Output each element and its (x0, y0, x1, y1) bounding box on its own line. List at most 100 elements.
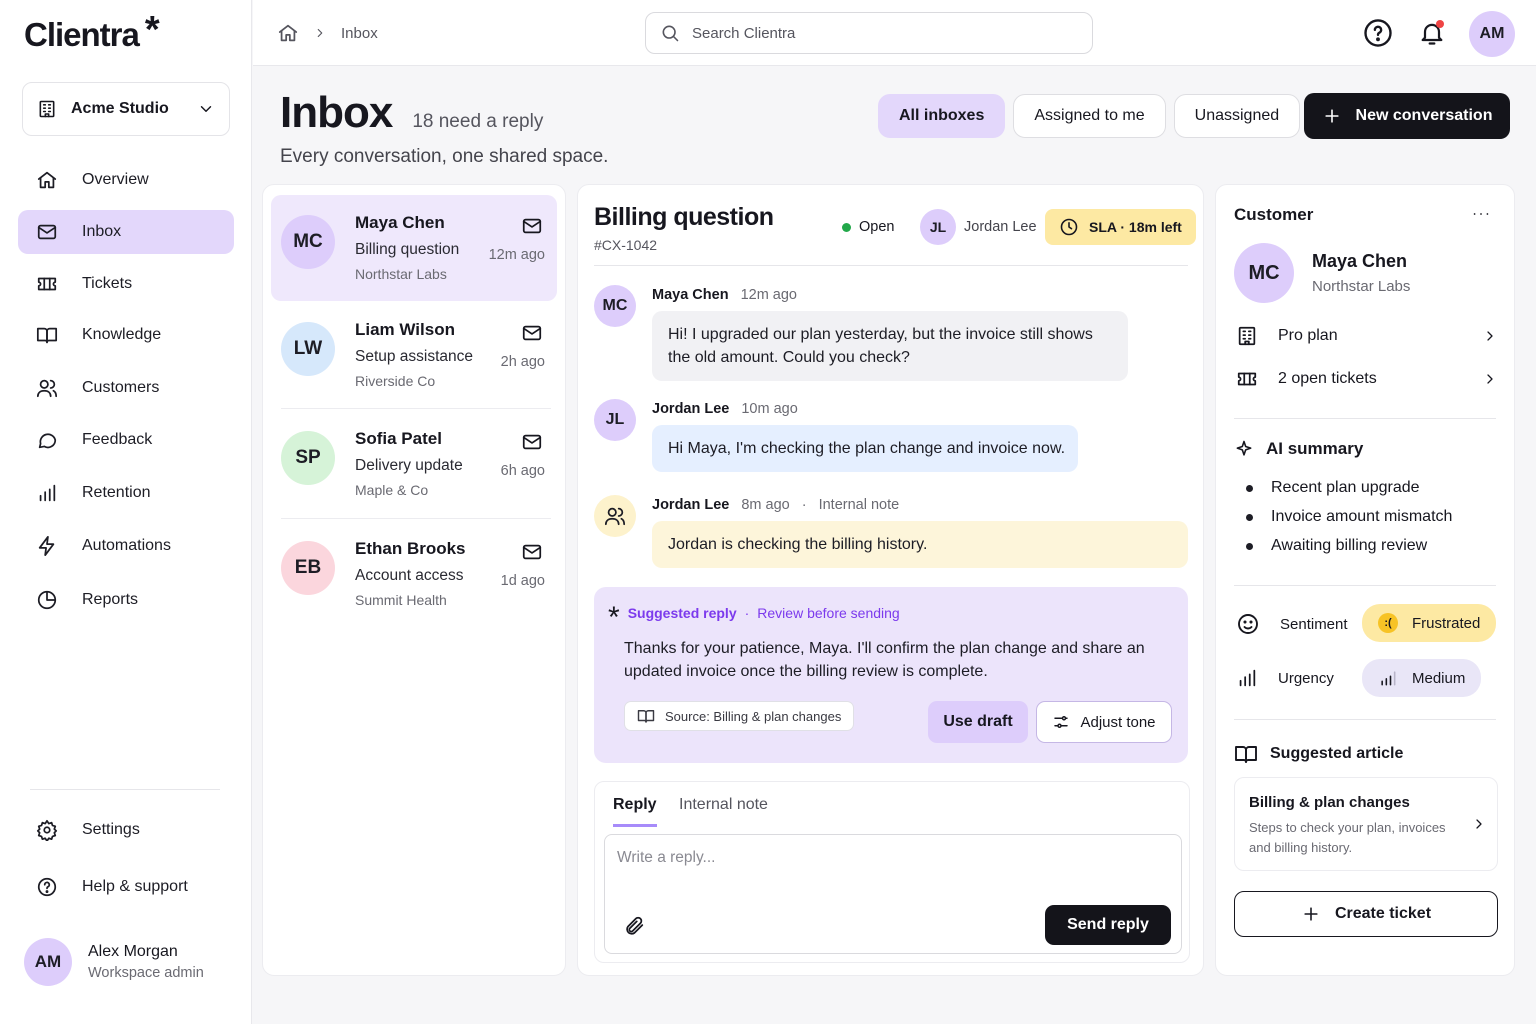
bell-icon[interactable] (1415, 16, 1449, 50)
conversation-org: Summit Health (355, 592, 447, 608)
section-divider (1234, 585, 1496, 586)
conversation-subject: Account access (355, 567, 464, 584)
suggested-article-card[interactable]: Billing & plan changes Steps to check yo… (1234, 777, 1498, 871)
avatar: MC (1234, 243, 1294, 303)
nav-item-inbox[interactable]: Inbox (18, 210, 234, 254)
suggested-article-title: Suggested article (1270, 745, 1404, 762)
plus-icon (1322, 106, 1342, 126)
app-logo[interactable]: Clientra * (24, 11, 160, 54)
gear-icon (36, 819, 58, 841)
send-reply-button[interactable]: Send reply (1045, 905, 1171, 945)
urgency-row: Urgency (1236, 667, 1366, 689)
new-conversation-button[interactable]: New conversation (1304, 93, 1510, 139)
status-dot (842, 222, 851, 232)
list-item: Invoice amount mismatch (1246, 508, 1452, 526)
user-profile[interactable]: AM Alex Morgan Workspace admin (24, 938, 204, 986)
conversation-subject: Billing question (355, 241, 460, 258)
separator: · (801, 497, 807, 513)
nav-item-retention[interactable]: Retention (18, 471, 234, 515)
open-tickets-link[interactable]: 2 open tickets (1236, 368, 1498, 390)
user-name: Alex Morgan (88, 943, 178, 960)
reply-count: 18 need a reply (412, 111, 544, 132)
conversation-item[interactable]: SP Sofia Patel Delivery update Maple & C… (271, 411, 557, 517)
nav-item-settings[interactable]: Settings (18, 808, 234, 852)
nav-label: Overview (82, 171, 149, 188)
plan-link[interactable]: Pro plan (1236, 325, 1498, 347)
workspace-switcher[interactable]: Acme Studio (22, 82, 230, 136)
source-label: Source: Billing & plan changes (665, 708, 842, 724)
sidebar: Clientra * Acme Studio Overview Inbox Ti… (0, 0, 252, 1024)
reply-placeholder: Write a reply... (617, 849, 716, 866)
nav-item-feedback[interactable]: Feedback (18, 418, 234, 462)
smile-icon (1236, 612, 1260, 636)
nav-item-overview[interactable]: Overview (18, 158, 234, 202)
avatar: EB (281, 541, 335, 595)
sliders-icon (1052, 713, 1070, 731)
customer-panel: Customer MC Maya Chen Northstar Labs Pro… (1215, 184, 1515, 976)
ai-summary-title: AI summary (1266, 439, 1364, 458)
create-ticket-label: Create ticket (1334, 905, 1432, 922)
source-chip[interactable]: Source: Billing & plan changes (624, 701, 855, 731)
assignee[interactable]: JL Jordan Lee (920, 209, 1037, 245)
nav-item-tickets[interactable]: Tickets (18, 262, 234, 306)
nav-label: Customers (82, 379, 160, 396)
plus-icon (1301, 904, 1321, 924)
reply-input[interactable]: Write a reply... Send reply (604, 834, 1182, 954)
status-label: Open (859, 219, 895, 235)
conversation-name: Maya Chen (355, 213, 445, 232)
article-description: Steps to check your plan, invoices and b… (1249, 820, 1446, 855)
filter-assigned-to-me[interactable]: Assigned to me (1013, 94, 1166, 138)
sentiment-row: Sentiment (1236, 612, 1366, 636)
avatar: AM (24, 938, 72, 986)
signal-icon (1378, 668, 1398, 688)
status-badge[interactable]: Open (842, 219, 894, 235)
conversation-subject: Delivery update (355, 457, 463, 474)
conversation-org: Maple & Co (355, 482, 429, 498)
page-title: Inbox (280, 88, 393, 137)
more-icon[interactable] (1470, 203, 1492, 225)
notification-dot (1436, 20, 1444, 28)
home-icon[interactable] (277, 22, 299, 44)
search-icon (660, 23, 680, 43)
suggested-sublabel: Review before sending (757, 605, 900, 621)
section-divider (1234, 418, 1496, 419)
create-ticket-button[interactable]: Create ticket (1234, 891, 1498, 937)
mail-icon (521, 431, 543, 453)
nav-item-automations[interactable]: Automations (18, 524, 234, 568)
conversation-item[interactable]: MC Maya Chen Billing question Northstar … (271, 195, 557, 301)
filter-all-inboxes[interactable]: All inboxes (878, 94, 1006, 138)
nav-label: Inbox (82, 223, 122, 240)
customer-heading: Customer (1234, 205, 1314, 224)
plan-label: Pro plan (1278, 327, 1338, 344)
message-author: Maya Chen (652, 287, 729, 303)
conversation-panel: Billing question #CX-1042 Open JL Jordan… (577, 184, 1204, 976)
message-time: 10m ago (741, 401, 798, 417)
nav-label: Settings (82, 821, 140, 838)
nav-label: Feedback (82, 431, 153, 448)
search-input[interactable]: Search Clientra (645, 12, 1093, 54)
nav-item-knowledge[interactable]: Knowledge (18, 313, 234, 357)
conversation-item[interactable]: LW Liam Wilson Setup assistance Riversid… (271, 302, 557, 408)
message-bubble: Hi Maya, I'm checking the plan change an… (652, 425, 1078, 472)
search-placeholder: Search Clientra (692, 24, 796, 42)
clock-icon (1059, 217, 1079, 237)
adjust-tone-button[interactable]: Adjust tone (1036, 701, 1172, 743)
avatar[interactable]: AM (1469, 11, 1515, 57)
help-icon[interactable] (1361, 16, 1395, 50)
help-icon (36, 876, 58, 898)
nav-item-customers[interactable]: Customers (18, 366, 234, 410)
sidebar-divider (30, 789, 220, 790)
list-divider (281, 408, 551, 409)
tab-internal-note[interactable]: Internal note (679, 796, 768, 824)
use-draft-button[interactable]: Use draft (928, 701, 1028, 743)
building-icon (37, 99, 57, 119)
tab-reply[interactable]: Reply (613, 796, 657, 827)
page-subtitle: Every conversation, one shared space. (280, 146, 609, 167)
message-bubble: Jordan is checking the billing history. (652, 521, 1188, 568)
nav-item-reports[interactable]: Reports (18, 578, 234, 622)
paperclip-icon[interactable] (623, 915, 645, 937)
filter-unassigned[interactable]: Unassigned (1173, 94, 1301, 138)
message-time: 12m ago (740, 287, 797, 303)
nav-item-help[interactable]: Help & support (18, 865, 234, 909)
conversation-item[interactable]: EB Ethan Brooks Account access Summit He… (271, 521, 557, 627)
